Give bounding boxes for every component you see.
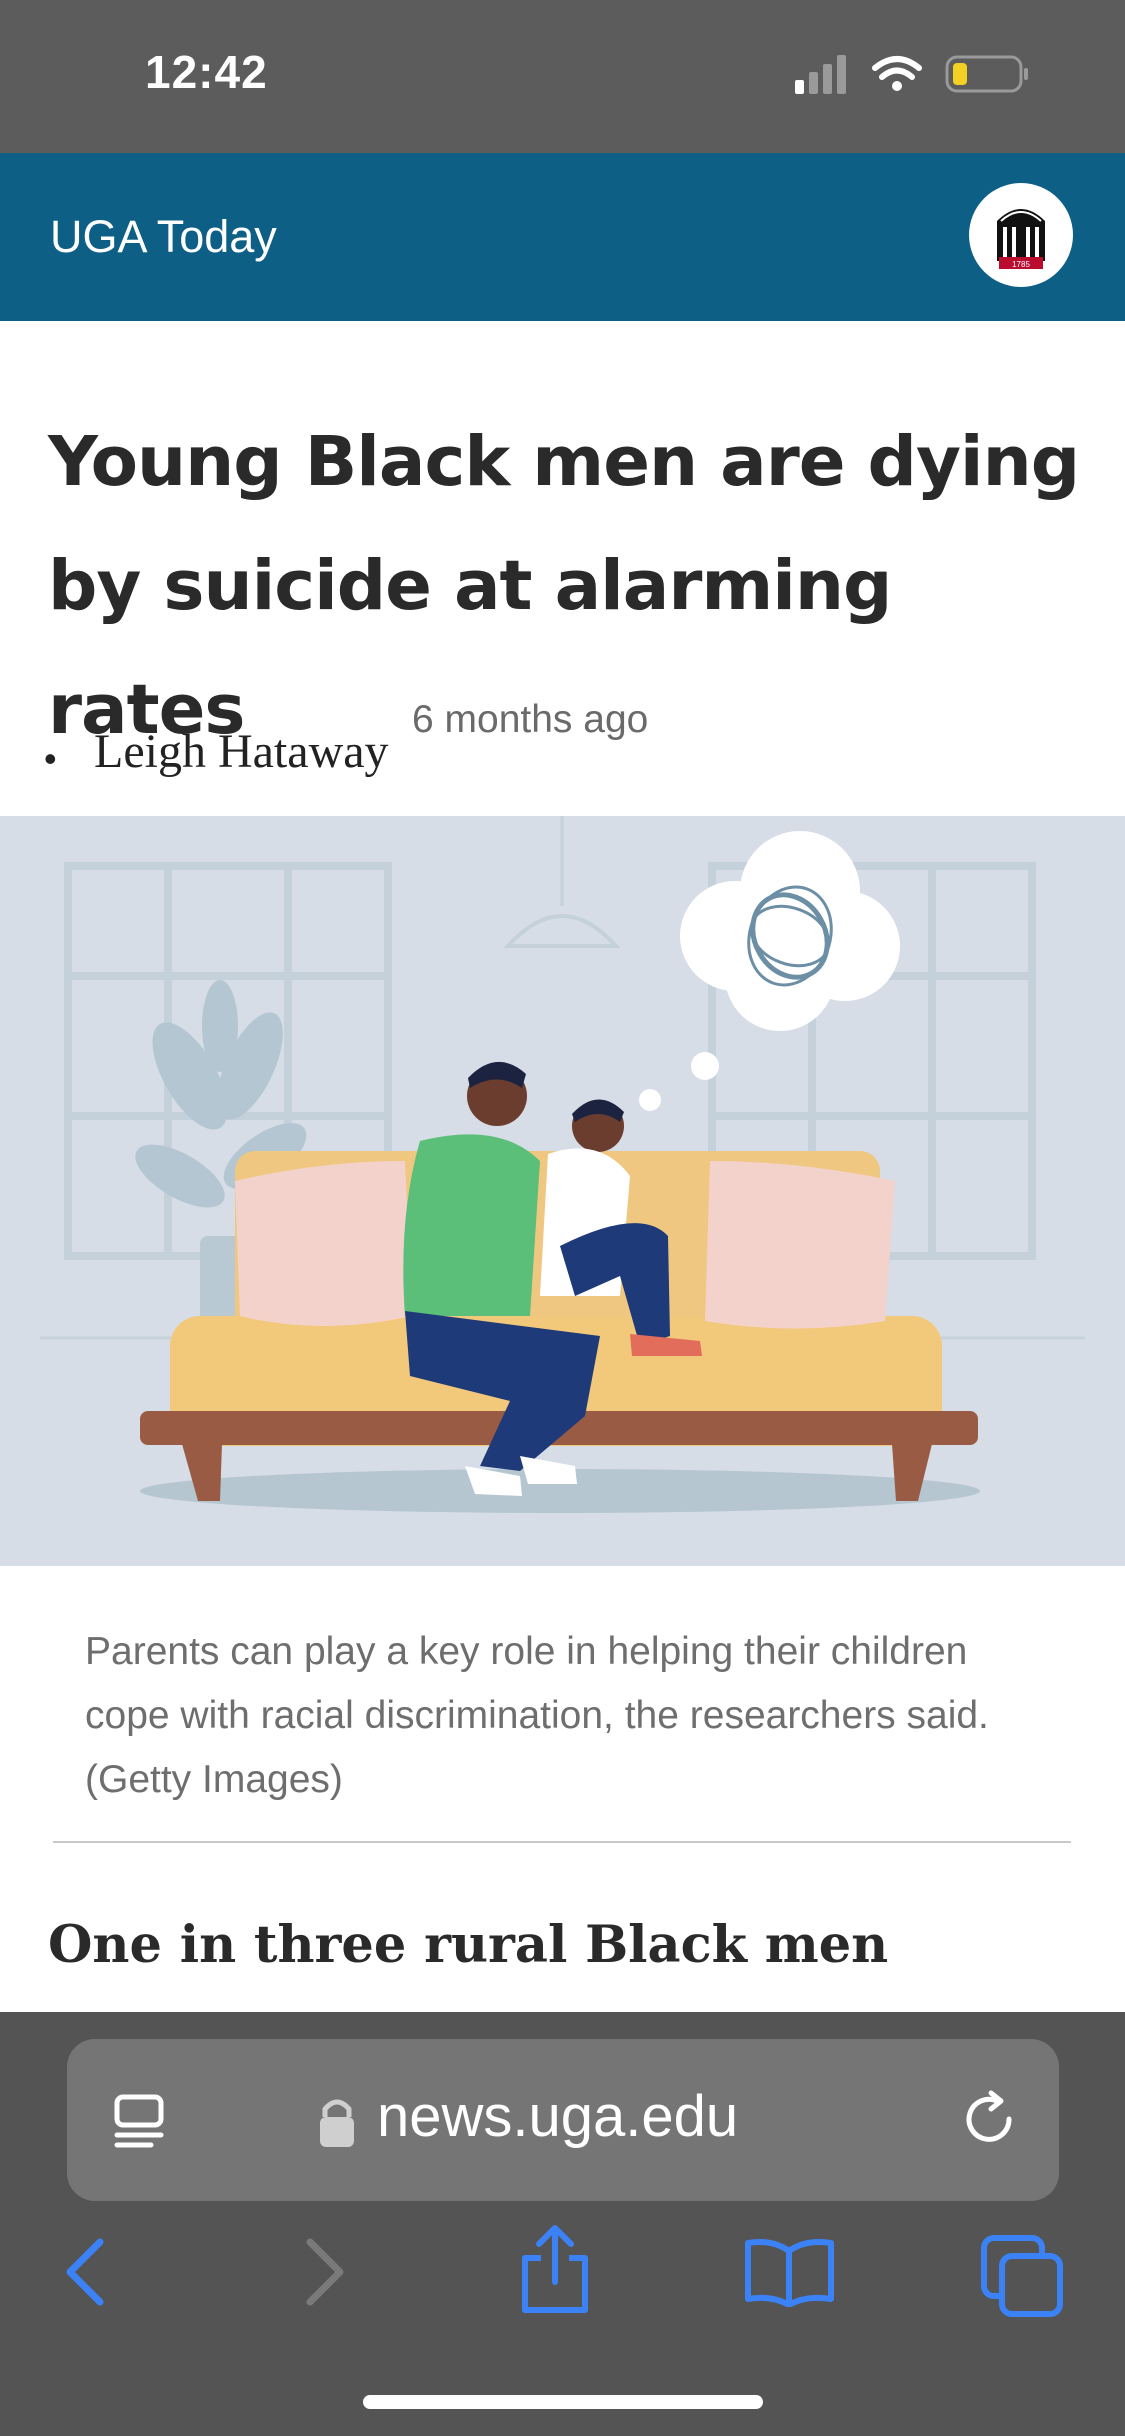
byline: • Leigh Hataway 6 months ago	[44, 690, 1044, 790]
tabs-icon[interactable]	[978, 2232, 1068, 2322]
home-indicator[interactable]	[363, 2395, 763, 2409]
reader-mode-icon[interactable]	[109, 2091, 169, 2151]
hero-image[interactable]	[0, 816, 1125, 1566]
status-time: 12:42	[145, 46, 268, 98]
byline-bullet: •	[44, 738, 57, 779]
cellular-signal-icon	[795, 55, 846, 94]
status-bar: 12:42	[0, 0, 1125, 153]
status-icons	[795, 55, 1028, 94]
wifi-icon	[872, 56, 922, 91]
forward-icon[interactable]	[300, 2232, 350, 2312]
address-bar[interactable]: news.uga.edu	[67, 2039, 1059, 2201]
caption-divider	[53, 1841, 1071, 1843]
back-icon[interactable]	[60, 2232, 110, 2312]
reload-icon[interactable]	[957, 2087, 1021, 2151]
browser-toolbar: news.uga.edu	[0, 2012, 1125, 2436]
logo-year: 1785	[1012, 260, 1030, 269]
battery-low-icon	[945, 55, 1028, 93]
uga-arch-logo-icon[interactable]: 1785	[969, 183, 1073, 287]
lock-icon	[320, 2099, 354, 2147]
url-text[interactable]: news.uga.edu	[377, 2083, 738, 2150]
bookmarks-icon[interactable]	[742, 2237, 837, 2307]
share-icon[interactable]	[515, 2222, 595, 2317]
post-date: 6 months ago	[412, 698, 649, 741]
author-name[interactable]: Leigh Hataway	[94, 724, 389, 779]
site-header: UGA Today 1785	[0, 153, 1125, 321]
image-caption: Parents can play a key role in helping t…	[85, 1630, 989, 1801]
site-title[interactable]: UGA Today	[50, 211, 277, 263]
